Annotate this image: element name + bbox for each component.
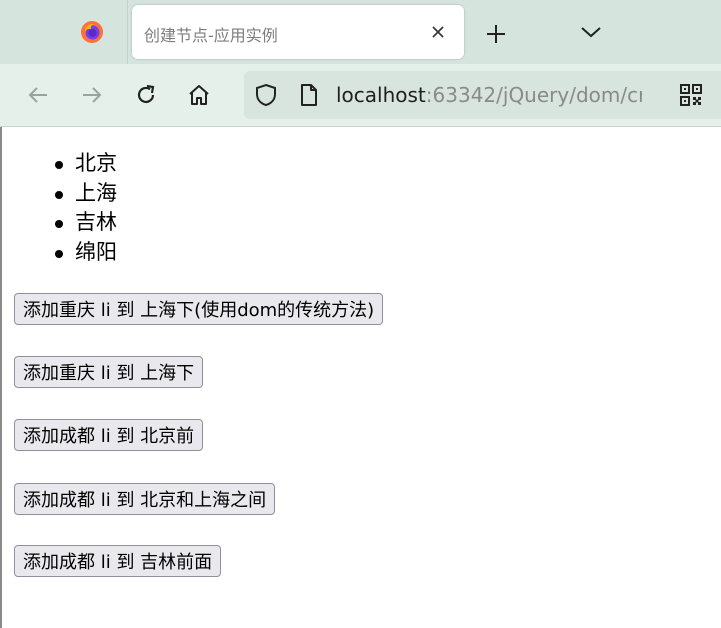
home-icon[interactable] [187,83,211,107]
add-chengdu-before-beijing-button[interactable]: 添加成都 li 到 北京前 [14,419,204,451]
navigation-toolbar: localhost:63342/jQuery/dom/crea [0,64,721,127]
page-content: 北京 上海 吉林 绵阳 添加重庆 li 到 上海下(使用dom的传统方法) 添加… [0,127,721,628]
active-tab[interactable]: 创建节点-应用实例 [132,5,464,59]
url-host: localhost [336,83,426,107]
list-item: 绵阳 [55,238,117,268]
city-list: 北京 上海 吉林 绵阳 [55,149,117,268]
back-arrow-icon[interactable] [26,83,50,107]
firefox-icon [81,21,103,43]
plus-icon[interactable] [484,22,508,46]
close-icon[interactable] [431,25,445,39]
add-chengdu-between-button[interactable]: 添加成都 li 到 北京和上海之间 [14,483,276,515]
tab-strip: 创建节点-应用实例 [0,0,721,64]
tab-title: 创建节点-应用实例 [144,26,278,45]
url-text[interactable]: localhost:63342/jQuery/dom/crea [336,83,642,107]
reload-icon[interactable] [134,83,158,107]
qr-code-icon[interactable] [680,84,702,106]
add-chongqing-button[interactable]: 添加重庆 li 到 上海下 [14,356,204,388]
list-item: 北京 [55,149,117,179]
url-bar[interactable]: localhost:63342/jQuery/dom/crea [244,71,721,119]
list-item: 吉林 [55,208,117,238]
url-path: :63342/jQuery/dom/crea [425,83,642,107]
forward-arrow-icon[interactable] [80,83,104,107]
chevron-down-icon[interactable] [580,24,602,40]
list-item: 上海 [55,179,117,209]
add-chongqing-dom-button[interactable]: 添加重庆 li 到 上海下(使用dom的传统方法) [14,293,384,325]
shield-icon[interactable] [254,83,278,107]
page-icon[interactable] [298,83,320,107]
add-chengdu-before-jilin-button[interactable]: 添加成都 li 到 吉林前面 [14,545,222,577]
firefox-view-button[interactable] [0,0,128,64]
